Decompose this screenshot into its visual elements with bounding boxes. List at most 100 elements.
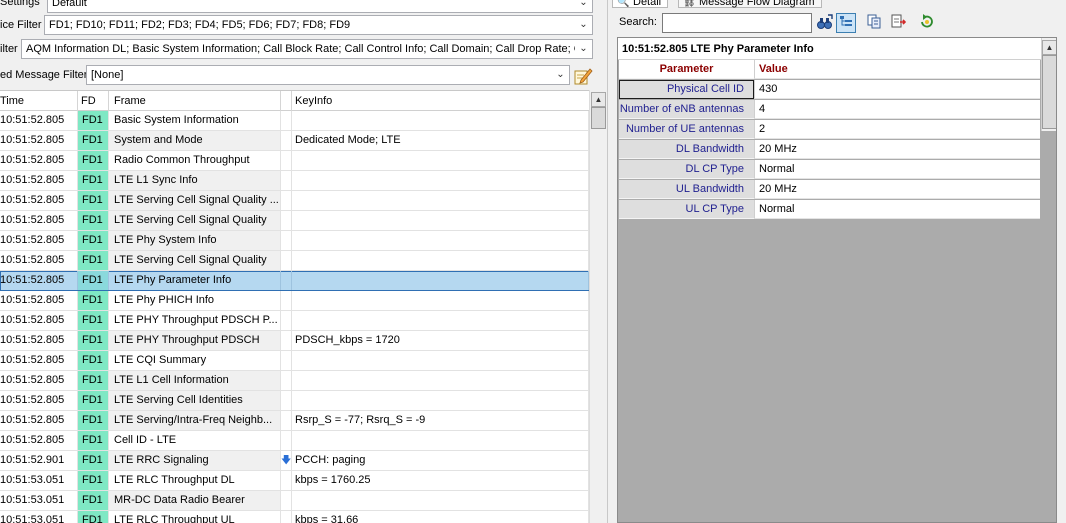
parameter-row[interactable]: Number of eNB antennas 4 [618,100,1041,120]
time-cell: 10:51:52.805 [0,151,78,170]
keyinfo-cell [292,151,589,170]
refresh-button[interactable] [917,13,937,33]
export-icon [891,14,907,28]
keyinfo-cell: kbps = 1760.25 [292,471,589,490]
time-cell: 10:51:52.805 [0,131,78,150]
table-row[interactable]: 10:51:52.901 FD1 LTE RRC Signaling 🡇 PCCH: p… [0,451,589,471]
parameter-row[interactable]: Number of UE antennas 2 [618,120,1041,140]
copy-icon [867,14,881,29]
flag-cell [281,151,292,170]
tree-view-toggle[interactable] [836,13,856,33]
tab-detail-label: Detail [633,0,662,8]
table-row[interactable]: 10:51:52.805 FD1 LTE Phy System Info [0,231,589,251]
search-label: Search: [619,16,657,28]
flag-cell [281,371,292,390]
grid-scrollbar[interactable]: ▲ [589,90,606,523]
table-row[interactable]: 10:51:52.805 FD1 Radio Common Throughput [0,151,589,171]
search-input[interactable] [662,13,812,33]
keyinfo-cell [292,391,589,410]
keyinfo-cell [292,431,589,450]
table-row[interactable]: 10:51:52.805 FD1 LTE PHY Throughput PDSCH … [0,311,589,331]
table-row[interactable]: 10:51:52.805 FD1 LTE Serving Cell Identiti… [0,391,589,411]
table-row[interactable]: 10:51:53.051 FD1 LTE RLC Throughput DL kbps… [0,471,589,491]
scroll-thumb[interactable] [591,107,606,129]
find-next-icon[interactable] [815,13,835,33]
keyinfo-cell [292,271,589,290]
parameter-row[interactable]: UL CP Type Normal [618,200,1041,220]
parameter-row[interactable]: DL Bandwidth 20 MHz [618,140,1041,160]
export-button[interactable] [888,13,908,33]
table-row[interactable]: 10:51:52.805 FD1 Cell ID - LTE [0,431,589,451]
flag-cell [281,111,292,130]
tab-detail[interactable]: 🔍 Detail [612,0,669,8]
column-header-flag[interactable] [281,91,292,111]
keyinfo-cell [292,191,589,210]
table-row[interactable]: 10:51:52.805 FD1 LTE CQI Summary [0,351,589,371]
table-row[interactable]: 10:51:53.051 FD1 LTE RLC Throughput UL kbps… [0,511,589,523]
keyinfo-cell [292,291,589,310]
scroll-up-icon[interactable]: ▲ [1042,40,1056,55]
device-filter-combo[interactable]: FD1; FD10; FD11; FD2; FD3; FD4; FD5; FD6… [44,15,593,35]
message-filter-row: ilter AQM Information DL; Basic System I… [0,38,607,62]
detail-scrollbar[interactable]: ▲ [1041,38,1056,131]
copy-button[interactable] [864,13,884,33]
settings-row: Settings Default ⌄ [0,0,607,15]
flag-cell [281,171,292,190]
table-row[interactable]: 10:51:52.805 FD1 LTE Serving Cell Signal Q… [0,211,589,231]
edit-filter-icon[interactable] [573,66,593,86]
time-cell: 10:51:53.051 [0,471,78,490]
fd-cell: FD1 [78,111,109,130]
fd-cell: FD1 [78,171,109,190]
flag-cell [281,211,292,230]
scroll-up-icon[interactable]: ▲ [591,92,606,107]
column-header-keyinfo[interactable]: KeyInfo [292,91,589,111]
table-row[interactable]: 10:51:52.805 FD1 System and Mode Dedicated … [0,131,589,151]
table-row[interactable]: 10:51:52.805 FD1 LTE L1 Sync Info [0,171,589,191]
column-header-fd[interactable]: FD [78,91,109,111]
table-row[interactable]: 10:51:53.051 FD1 MR-DC Data Radio Bearer [0,491,589,511]
parameter-row[interactable]: UL Bandwidth 20 MHz [618,180,1041,200]
frame-cell: LTE PHY Throughput PDSCH P... [109,311,281,330]
column-header-frame[interactable]: Frame [109,91,281,111]
keyinfo-cell: PDSCH_kbps = 1720 [292,331,589,350]
binoculars-icon [817,14,833,29]
frame-cell: LTE CQI Summary [109,351,281,370]
chevron-down-icon[interactable]: ⌄ [575,16,592,34]
frame-cell: Cell ID - LTE [109,431,281,450]
parameter-value: 430 [754,80,1040,99]
fd-cell: FD1 [78,451,109,470]
device-filter-label: ice Filter [0,19,42,31]
keyinfo-cell [292,171,589,190]
table-row[interactable]: 10:51:52.805 FD1 LTE Phy PHICH Info [0,291,589,311]
table-row[interactable]: 10:51:52.805 FD1 LTE Serving/Intra-Freq Ne… [0,411,589,431]
frame-cell: LTE Phy PHICH Info [109,291,281,310]
tab-message-flow[interactable]: ⛓ Message Flow Diagram [678,0,822,8]
table-row[interactable]: 10:51:52.805 FD1 LTE Serving Cell Signal Q… [0,191,589,211]
chevron-down-icon[interactable]: ⌄ [575,40,592,58]
message-filter-combo[interactable]: AQM Information DL; Basic System Informa… [21,39,593,59]
frame-cell: LTE Serving Cell Signal Quality [109,251,281,270]
scroll-thumb[interactable] [1042,55,1056,129]
column-header-time[interactable]: Time [0,91,78,111]
settings-combo[interactable]: Default ⌄ [47,0,593,13]
frame-cell: System and Mode [109,131,281,150]
table-row-selected[interactable]: 10:51:52.805 FD1 LTE Phy Parameter Info [0,271,589,291]
flag-cell [281,291,292,310]
fd-cell: FD1 [78,371,109,390]
table-row[interactable]: 10:51:52.805 FD1 LTE PHY Throughput PDSCH P… [0,331,589,351]
saved-filter-combo[interactable]: [None] ⌄ [86,65,570,85]
chevron-down-icon[interactable]: ⌄ [575,0,592,12]
fd-cell: FD1 [78,411,109,430]
time-cell: 10:51:52.805 [0,111,78,130]
keyinfo-cell [292,491,589,510]
parameter-row[interactable]: DL CP Type Normal [618,160,1041,180]
time-cell: 10:51:52.805 [0,291,78,310]
time-cell: 10:51:52.805 [0,191,78,210]
table-row[interactable]: 10:51:52.805 FD1 LTE L1 Cell Information [0,371,589,391]
keyinfo-cell [292,251,589,270]
frame-cell: LTE PHY Throughput PDSCH [109,331,281,350]
table-row[interactable]: 10:51:52.805 FD1 Basic System Information [0,111,589,131]
chevron-down-icon[interactable]: ⌄ [552,66,569,84]
parameter-row-selected[interactable]: Physical Cell ID 430 [618,80,1041,100]
table-row[interactable]: 10:51:52.805 FD1 LTE Serving Cell Signal Q… [0,251,589,271]
